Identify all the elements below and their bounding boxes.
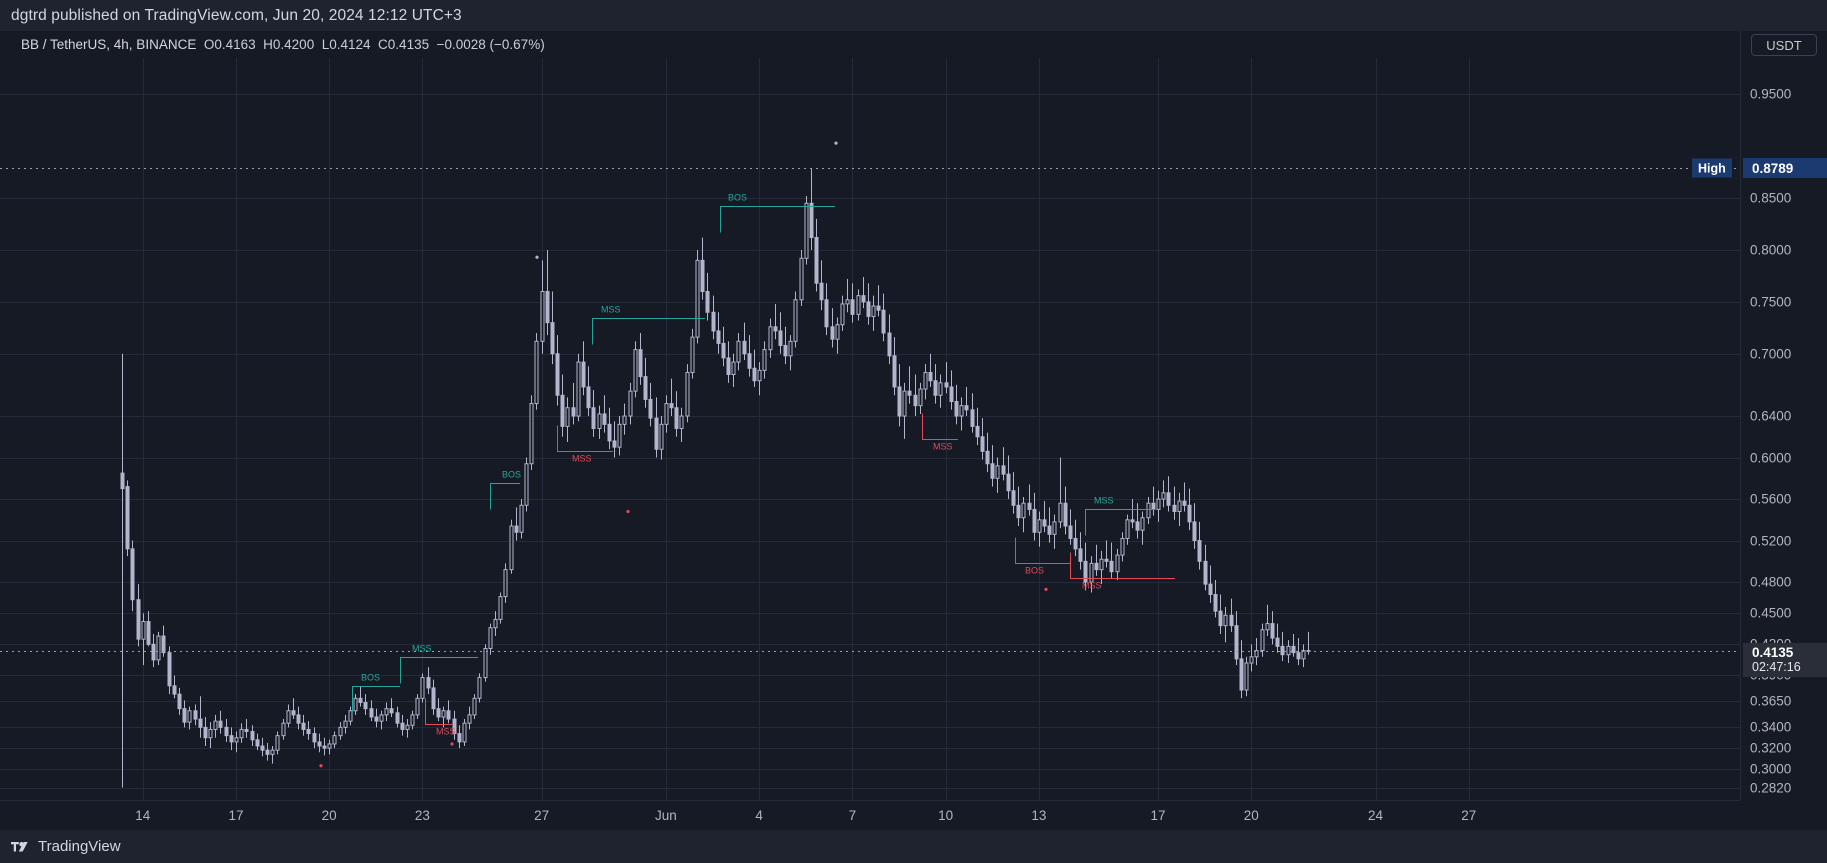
price-tick: 0.5600 [1750, 491, 1792, 507]
legend-symbol[interactable]: BB / TetherUS, 4h, BINANCE [21, 37, 196, 52]
time-tick: 10 [938, 808, 954, 823]
structure-label-mss: MSS [412, 644, 432, 654]
last-price-badge[interactable]: 0.4135 02:47:16 [1743, 643, 1827, 678]
legend-high: H0.4200 [263, 37, 315, 52]
structure-label-bos: BOS [502, 470, 521, 480]
structure-label-mss: MSS [601, 305, 621, 315]
price-tick: 0.3200 [1750, 740, 1792, 756]
time-tick: 20 [1243, 808, 1259, 823]
time-tick: 17 [1150, 808, 1166, 823]
time-tick: 20 [321, 808, 337, 823]
legend-spacer-4 [371, 37, 379, 52]
structure-label-mss: MSS [1082, 581, 1102, 591]
price-tick: 0.3650 [1750, 693, 1792, 709]
time-tick: 27 [534, 808, 550, 823]
price-tick: 0.5200 [1750, 533, 1792, 549]
pivot-dot [535, 255, 539, 259]
structure-label-mss: MSS [436, 727, 456, 737]
price-tick: 0.6400 [1750, 408, 1792, 424]
time-tick: 24 [1368, 808, 1384, 823]
tradingview-logo-icon [11, 840, 31, 854]
time-tick: 13 [1031, 808, 1047, 823]
legend-spacer-5 [429, 37, 437, 52]
legend-open: O0.4163 [203, 37, 256, 52]
structure-label-mss: MSS [933, 442, 953, 452]
price-tick: 0.7500 [1750, 294, 1792, 310]
legend-spacer-3 [314, 37, 322, 52]
currency-pill[interactable]: USDT [1751, 34, 1817, 56]
time-axis[interactable]: 14 17 20 23 27 Jun 4 7 10 13 17 20 24 27 [0, 800, 1740, 831]
legend-change: −0.0028 (−0.67%) [436, 37, 545, 52]
legend-low: L0.4124 [321, 37, 371, 52]
candlestick-chart: BOS MSS MSS BOS MSS MSS BOS MSS BOS MSS MSS [0, 58, 1740, 800]
price-tick: 0.3000 [1750, 761, 1792, 777]
high-price-badge: 0.8789 [1743, 158, 1827, 179]
structure-label-bos: BOS [728, 193, 747, 203]
time-tick: 27 [1461, 808, 1477, 823]
price-tick: 0.2820 [1750, 780, 1792, 796]
publisher-header: dgtrd published on TradingView.com, Jun … [0, 0, 1827, 31]
time-tick: 14 [135, 808, 151, 823]
price-tick: 0.8000 [1750, 242, 1792, 258]
publisher-text: dgtrd published on TradingView.com, Jun … [11, 6, 462, 24]
pivot-dot [1044, 587, 1048, 591]
tradingview-brand-text: TradingView [38, 838, 121, 855]
structure-label-bos: BOS [361, 673, 380, 683]
price-tick: 0.3400 [1750, 719, 1792, 735]
price-tick: 0.7000 [1750, 346, 1792, 362]
price-tick: 0.4800 [1750, 574, 1792, 590]
bar-countdown: 02:47:16 [1752, 660, 1801, 675]
time-tick: 4 [755, 808, 763, 823]
price-tick: 0.9500 [1750, 86, 1792, 102]
chart-plot-area[interactable]: BOS MSS MSS BOS MSS MSS BOS MSS BOS MSS MSS [0, 58, 1740, 800]
pivot-dot [626, 509, 630, 514]
time-tick: 7 [848, 808, 857, 823]
last-price-value: 0.4135 [1752, 645, 1794, 661]
pivot-dot [319, 764, 323, 768]
structure-label-mss: MSS [1094, 496, 1114, 506]
legend-spacer-1 [196, 37, 204, 52]
tradingview-chart-screenshot: dgtrd published on TradingView.com, Jun … [0, 0, 1827, 863]
price-tick: 0.6000 [1750, 450, 1792, 466]
price-tick: 0.4500 [1750, 605, 1792, 621]
time-tick: 17 [228, 808, 244, 823]
structure-label-bos: BOS [1025, 566, 1044, 576]
pivot-dot [834, 141, 838, 145]
high-price-tag: High [1692, 158, 1732, 178]
pivot-dot [450, 742, 454, 746]
time-tick: 23 [414, 808, 430, 823]
price-tick: 0.8500 [1750, 190, 1792, 206]
legend-spacer-2 [256, 37, 264, 52]
time-tick: Jun [655, 808, 677, 823]
chart-legend: BB / TetherUS, 4h, BINANCE O0.4163 H0.42… [0, 31, 1740, 58]
legend-close: C0.4135 [378, 37, 430, 52]
structure-label-mss: MSS [572, 454, 592, 464]
price-axis[interactable]: USDT 0.9500 0.8500 0.8000 0.7500 0.7000 0.640… [1740, 31, 1827, 800]
footer-watermark: TradingView [0, 830, 1827, 863]
